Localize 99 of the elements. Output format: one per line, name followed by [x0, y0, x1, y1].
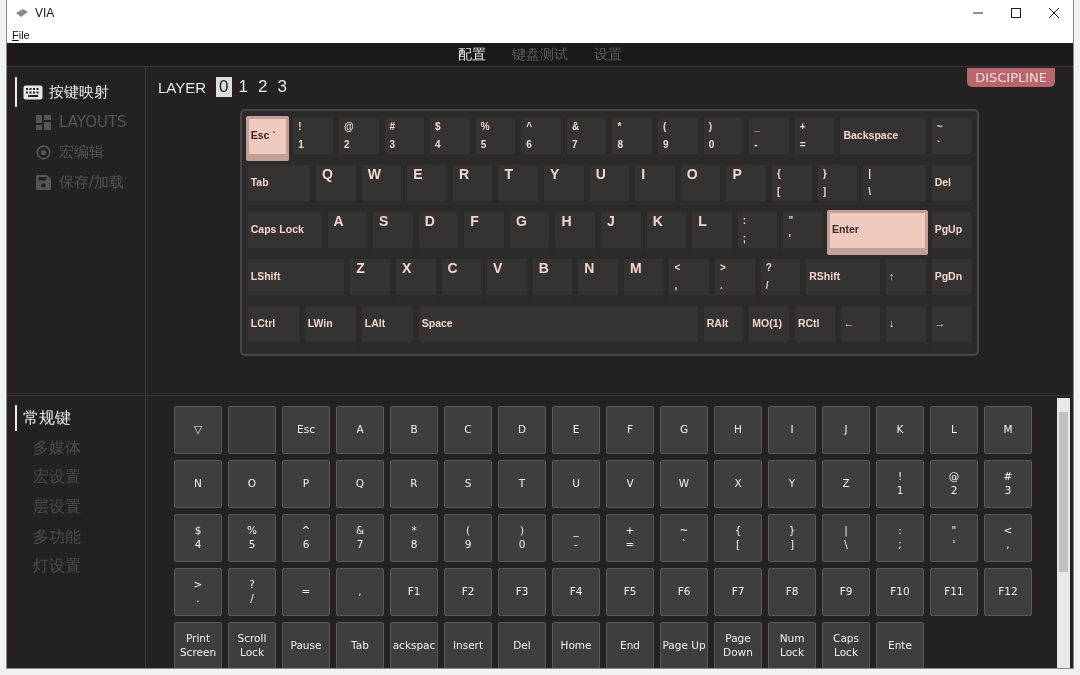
keycode-key[interactable]: < ,: [984, 514, 1032, 562]
keycode-key[interactable]: | \: [822, 514, 870, 562]
keycode-key[interactable]: T: [498, 460, 546, 508]
keycode-key[interactable]: + =: [606, 514, 654, 562]
keycode-key[interactable]: F: [606, 406, 654, 454]
keycode-key[interactable]: =: [282, 568, 330, 616]
keycode-key[interactable]: ,: [336, 568, 384, 616]
layer-option[interactable]: 2: [255, 77, 271, 97]
keycode-key[interactable]: # 3: [984, 460, 1032, 508]
keycode-key[interactable]: End: [606, 622, 654, 668]
keycode-key[interactable]: } ]: [768, 514, 816, 562]
keycode-key[interactable]: F1: [390, 568, 438, 616]
keycode-key[interactable]: $ 4: [174, 514, 222, 562]
keycode-key[interactable]: H: [714, 406, 762, 454]
keycode-key[interactable]: Ente: [876, 622, 924, 668]
nav-tab[interactable]: 配置: [458, 45, 486, 64]
close-icon[interactable]: [1048, 7, 1060, 19]
keycode-key[interactable]: F4: [552, 568, 600, 616]
keycode-key[interactable]: V: [606, 460, 654, 508]
keycode-key[interactable]: % 5: [228, 514, 276, 562]
keycode-key[interactable]: F3: [498, 568, 546, 616]
keycode-key[interactable]: ) 0: [498, 514, 546, 562]
keycode-key[interactable]: Y: [768, 460, 816, 508]
keycode-key[interactable]: P: [282, 460, 330, 508]
keycode-key[interactable]: @ 2: [930, 460, 978, 508]
keycode-key[interactable]: Q: [336, 460, 384, 508]
maximize-icon[interactable]: [1010, 7, 1022, 19]
keycode-key[interactable]: F2: [444, 568, 492, 616]
keycode-key[interactable]: W: [660, 460, 708, 508]
keycode-key[interactable]: ( 9: [444, 514, 492, 562]
keycode-key[interactable]: ackspac: [390, 622, 438, 668]
keycode-key[interactable]: A: [336, 406, 384, 454]
keycode-key[interactable]: G: [660, 406, 708, 454]
keycode-key[interactable]: ! 1: [876, 460, 924, 508]
keycode-key[interactable]: F11: [930, 568, 978, 616]
keycode-key[interactable]: X: [714, 460, 762, 508]
scrollbar-thumb[interactable]: [1059, 412, 1068, 572]
keycode-key[interactable]: Page Down: [714, 622, 762, 668]
keycode-key[interactable]: N: [174, 460, 222, 508]
keycode-key[interactable]: : ;: [876, 514, 924, 562]
keycode-key[interactable]: F5: [606, 568, 654, 616]
target-icon: [33, 144, 53, 160]
category-item[interactable]: 常规键: [15, 405, 145, 431]
keycode-key[interactable]: Print Screen: [174, 622, 222, 668]
keycode-key[interactable]: ~ `: [660, 514, 708, 562]
keycode-key[interactable]: F9: [822, 568, 870, 616]
menu-item[interactable]: File: [12, 28, 30, 41]
keycode-key[interactable]: K: [876, 406, 924, 454]
keycode-key[interactable]: Esc: [282, 406, 330, 454]
keycode-key[interactable]: [228, 406, 276, 454]
keycode-key[interactable]: J: [822, 406, 870, 454]
keycap[interactable]: Esc `: [245, 116, 290, 161]
keycode-key[interactable]: _ -: [552, 514, 600, 562]
keycode-key[interactable]: U: [552, 460, 600, 508]
keycode-key[interactable]: Del: [498, 622, 546, 668]
keycode-key[interactable]: C: [444, 406, 492, 454]
keycode-key[interactable]: { [: [714, 514, 762, 562]
keycode-key[interactable]: ^ 6: [282, 514, 330, 562]
layer-option[interactable]: 1: [235, 77, 251, 97]
keycode-key[interactable]: ? /: [228, 568, 276, 616]
keycode-key[interactable]: Num Lock: [768, 622, 816, 668]
keycode-key[interactable]: F7: [714, 568, 762, 616]
keycode-key[interactable]: E: [552, 406, 600, 454]
keycode-key[interactable]: Scroll Lock: [228, 622, 276, 668]
keycode-key[interactable]: F6: [660, 568, 708, 616]
layer-option[interactable]: 3: [274, 77, 290, 97]
keycode-key[interactable]: & 7: [336, 514, 384, 562]
layer-option[interactable]: 0: [216, 77, 232, 97]
keycode-key[interactable]: Z: [822, 460, 870, 508]
keycode-key[interactable]: B: [390, 406, 438, 454]
keycode-key[interactable]: Page Up: [660, 622, 708, 668]
keycode-key[interactable]: > .: [174, 568, 222, 616]
layer-label: LAYER: [158, 78, 207, 96]
keycode-key[interactable]: Home: [552, 622, 600, 668]
keyboard-name-badge: DISCIPLINE: [967, 68, 1055, 87]
keycode-key[interactable]: F8: [768, 568, 816, 616]
keycode-key[interactable]: Insert: [444, 622, 492, 668]
keycode-key[interactable]: Caps Lock: [822, 622, 870, 668]
keycode-key[interactable]: * 8: [390, 514, 438, 562]
keycode-key[interactable]: O: [228, 460, 276, 508]
keycode-key[interactable]: F12: [984, 568, 1032, 616]
sidebar-item[interactable]: 按键映射: [15, 77, 145, 107]
keyboard-icon: [15, 8, 29, 18]
keycode-key[interactable]: I: [768, 406, 816, 454]
keycode-key[interactable]: F10: [876, 568, 924, 616]
keycode-key[interactable]: " ': [930, 514, 978, 562]
window-title: VIA: [35, 6, 55, 20]
keycode-key[interactable]: S: [444, 460, 492, 508]
keycode-key[interactable]: R: [390, 460, 438, 508]
keyboard-icon: [23, 84, 43, 100]
keycap[interactable]: Enter: [827, 210, 928, 255]
keycode-key[interactable]: ▽: [174, 406, 222, 454]
scrollbar[interactable]: [1057, 398, 1070, 668]
keycode-key[interactable]: D: [498, 406, 546, 454]
grid-icon: [33, 114, 53, 130]
keycode-key[interactable]: Tab: [336, 622, 384, 668]
keycode-key[interactable]: L: [930, 406, 978, 454]
keycode-key[interactable]: M: [984, 406, 1032, 454]
keycode-key[interactable]: Pause: [282, 622, 330, 668]
